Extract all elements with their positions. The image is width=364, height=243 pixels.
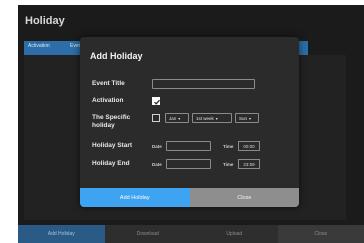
- day-select[interactable]: Sun ▾: [235, 113, 259, 123]
- week-select[interactable]: 1st week ▾: [192, 113, 232, 123]
- specific-holiday-checkbox[interactable]: [152, 114, 160, 122]
- chevron-down-icon: ▾: [249, 115, 252, 121]
- start-time-label: Time: [223, 144, 234, 149]
- dialog-title: Add Holiday: [90, 51, 143, 61]
- holiday-start-label: Holiday Start: [92, 142, 133, 149]
- end-time-label: Time: [223, 162, 234, 167]
- close-button[interactable]: Close: [277, 225, 364, 243]
- check-icon: [154, 99, 160, 105]
- dialog-footer: Add Holiday Close: [80, 188, 299, 207]
- bottom-bar: Add Holiday Download Upload Close: [18, 225, 364, 243]
- tab-activation[interactable]: Activation: [28, 43, 50, 49]
- event-title-input[interactable]: [152, 79, 255, 89]
- specific-holiday-label: The Specific holiday: [92, 114, 131, 129]
- page-title: Holiday: [25, 15, 65, 27]
- activation-checkbox[interactable]: [152, 97, 160, 105]
- start-date-input[interactable]: [166, 141, 211, 151]
- upload-button[interactable]: Upload: [191, 225, 278, 243]
- start-time-input[interactable]: 00:00: [238, 141, 260, 151]
- chevron-down-icon: ▾: [215, 115, 218, 121]
- end-date-input[interactable]: [166, 159, 211, 169]
- end-time-input[interactable]: 23:59: [238, 159, 260, 169]
- end-date-label: Date: [152, 162, 162, 167]
- add-holiday-button[interactable]: Add Holiday: [18, 225, 105, 243]
- dialog-add-holiday-button[interactable]: Add Holiday: [80, 188, 190, 207]
- month-select[interactable]: Jan ▾: [165, 113, 189, 123]
- dialog-close-button[interactable]: Close: [189, 188, 299, 207]
- event-title-label: Event Title: [92, 80, 125, 87]
- download-button[interactable]: Download: [105, 225, 192, 243]
- add-holiday-dialog: Add Holiday Event Title Activation The S…: [80, 37, 299, 207]
- activation-label: Activation: [92, 97, 124, 104]
- holiday-end-label: Holiday End: [92, 160, 130, 167]
- start-date-label: Date: [152, 144, 162, 149]
- chevron-down-icon: ▾: [178, 115, 181, 121]
